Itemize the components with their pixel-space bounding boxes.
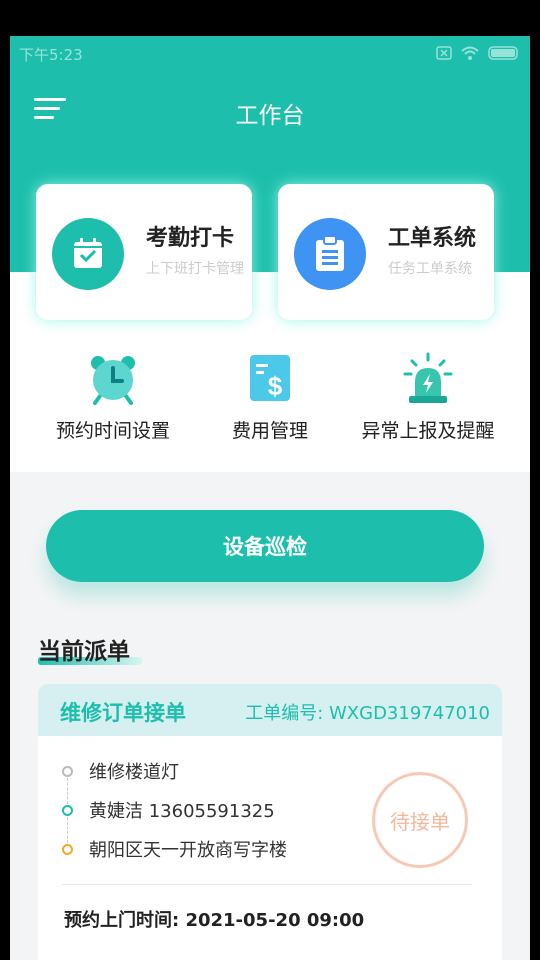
equipment-patrol-button[interactable]: 设备巡检 <box>46 510 484 582</box>
nav-bar: 工作台 <box>10 88 530 132</box>
order-type: 维修订单接单 <box>60 701 186 725</box>
feature-expense[interactable]: $ 费用管理 <box>183 352 357 443</box>
page-title: 工作台 <box>235 103 305 129</box>
bill-dollar-icon: $ <box>250 355 290 401</box>
timeline-dot <box>62 804 73 816</box>
order-contact: 黄婕洁 13605591325 <box>89 801 275 822</box>
order-contact-row: 黄婕洁 13605591325 <box>62 797 275 823</box>
wifi-icon <box>461 46 479 60</box>
divider <box>62 884 472 885</box>
order-item-row: 维修楼道灯 <box>62 758 179 784</box>
order-item: 维修楼道灯 <box>89 762 179 783</box>
feature-label: 费用管理 <box>231 420 308 442</box>
section-title: 当前派单 <box>38 639 130 665</box>
app-screen: 下午5:23 工作台 考勤打卡 上下班打卡管理 工单系统 任务工单系统 预约时间… <box>10 36 530 960</box>
feature-grid: 预约时间设置 $ 费用管理 异常上报及提醒 <box>10 352 530 462</box>
attendance-card[interactable]: 考勤打卡 上下班打卡管理 <box>36 184 252 320</box>
feature-appointment-time[interactable]: 预约时间设置 <box>26 352 200 443</box>
siren-icon <box>403 352 453 403</box>
order-header: 维修订单接单 工单编号: WXGD319747010 <box>38 684 502 736</box>
feature-label: 异常上报及提醒 <box>361 420 495 442</box>
card-title: 考勤打卡 <box>146 226 235 251</box>
clipboard-icon <box>294 218 366 290</box>
feature-exception-report[interactable]: 异常上报及提醒 <box>341 352 515 443</box>
battery-icon <box>488 46 518 60</box>
timeline-dot <box>62 843 73 855</box>
order-number: 工单编号: WXGD319747010 <box>245 703 490 724</box>
status-badge[interactable]: 待接单 <box>372 772 468 868</box>
sim-icon <box>436 46 452 60</box>
work-order-card[interactable]: 工单系统 任务工单系统 <box>278 184 494 320</box>
alarm-clock-icon <box>91 356 135 405</box>
order-card[interactable]: 维修订单接单 工单编号: WXGD319747010 维修楼道灯 黄婕洁 136… <box>38 684 502 960</box>
card-subtitle: 任务工单系统 <box>388 261 472 277</box>
calendar-check-icon <box>52 218 124 290</box>
card-title: 工单系统 <box>388 226 477 251</box>
card-subtitle: 上下班打卡管理 <box>146 261 244 277</box>
svg-text:$: $ <box>268 371 283 401</box>
order-address: 朝阳区天一开放商写字楼 <box>89 840 287 861</box>
status-time: 下午5:23 <box>19 46 83 64</box>
status-bar: 下午5:23 <box>10 36 530 70</box>
appointment-time: 预约上门时间: 2021-05-20 09:00 <box>64 910 365 931</box>
order-address-row: 朝阳区天一开放商写字楼 <box>62 836 287 862</box>
feature-label: 预约时间设置 <box>55 420 170 442</box>
timeline-dot <box>62 765 73 777</box>
status-icons <box>436 45 520 61</box>
